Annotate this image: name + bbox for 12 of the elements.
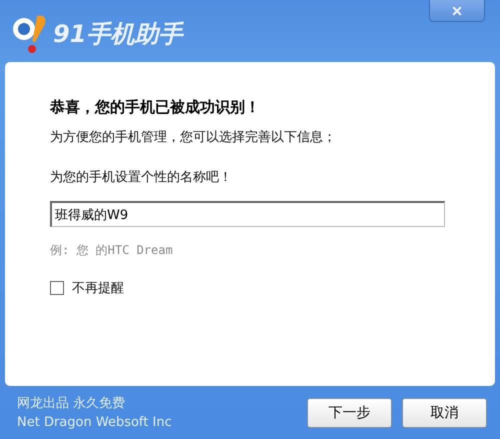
name-field[interactable]: 班得威的W9 bbox=[50, 201, 445, 227]
cancel-button[interactable]: 取消 bbox=[402, 398, 487, 428]
window-title: 91手机助手 bbox=[53, 19, 182, 50]
checkbox-label: 不再提醒 bbox=[72, 280, 124, 297]
slogan-text: 网龙出品 永久免费 bbox=[17, 394, 126, 412]
company-text: Net Dragon Websoft Inc bbox=[17, 414, 172, 432]
example-text: 例: 您 的HTC Dream bbox=[50, 242, 174, 259]
prompt-text: 为您的手机设置个性的名称吧！ bbox=[50, 169, 233, 186]
intro-text: 为方便您的手机管理，您可以选择完善以下信息； bbox=[50, 129, 337, 146]
checkbox[interactable] bbox=[50, 281, 64, 295]
next-button[interactable]: 下一步 bbox=[307, 398, 392, 428]
heading: 恭喜，您的手机已被成功识别！ bbox=[50, 98, 261, 117]
